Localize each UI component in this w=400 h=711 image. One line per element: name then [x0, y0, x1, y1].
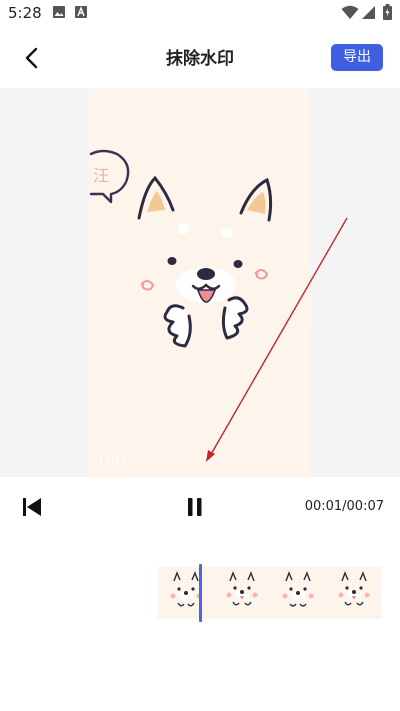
skip-previous-icon [23, 498, 41, 516]
skip-previous-button[interactable] [22, 497, 42, 517]
time-readout: 00:01/00:07 [304, 499, 384, 514]
timeline-thumbnail[interactable] [214, 567, 270, 619]
player-controls: 00:01/00:07 [0, 477, 400, 537]
timeline-thumbnail[interactable] [158, 567, 214, 619]
wifi-icon [341, 5, 359, 19]
pause-button[interactable] [186, 497, 204, 517]
status-time: 5:28 [8, 4, 42, 22]
video-preview-area[interactable]: 汪 DIU [0, 88, 400, 477]
app-root: 5:28 抹除水印 导出 汪 DIU 00:01/00:07 [0, 0, 400, 711]
timeline-thumbnail[interactable] [270, 567, 326, 619]
status-bar: 5:28 [0, 0, 400, 26]
app-bar: 抹除水印 导出 [0, 26, 400, 88]
pause-icon [188, 498, 202, 516]
timeline-playhead[interactable] [199, 564, 202, 622]
image-icon [53, 6, 65, 18]
battery-icon [383, 4, 392, 20]
annotation-arrow [206, 217, 348, 462]
font-icon [75, 6, 87, 18]
timeline-thumbnail[interactable] [326, 567, 382, 619]
timeline-strip[interactable] [158, 567, 382, 619]
signal-icon [362, 6, 375, 19]
export-button[interactable]: 导出 [331, 44, 383, 71]
